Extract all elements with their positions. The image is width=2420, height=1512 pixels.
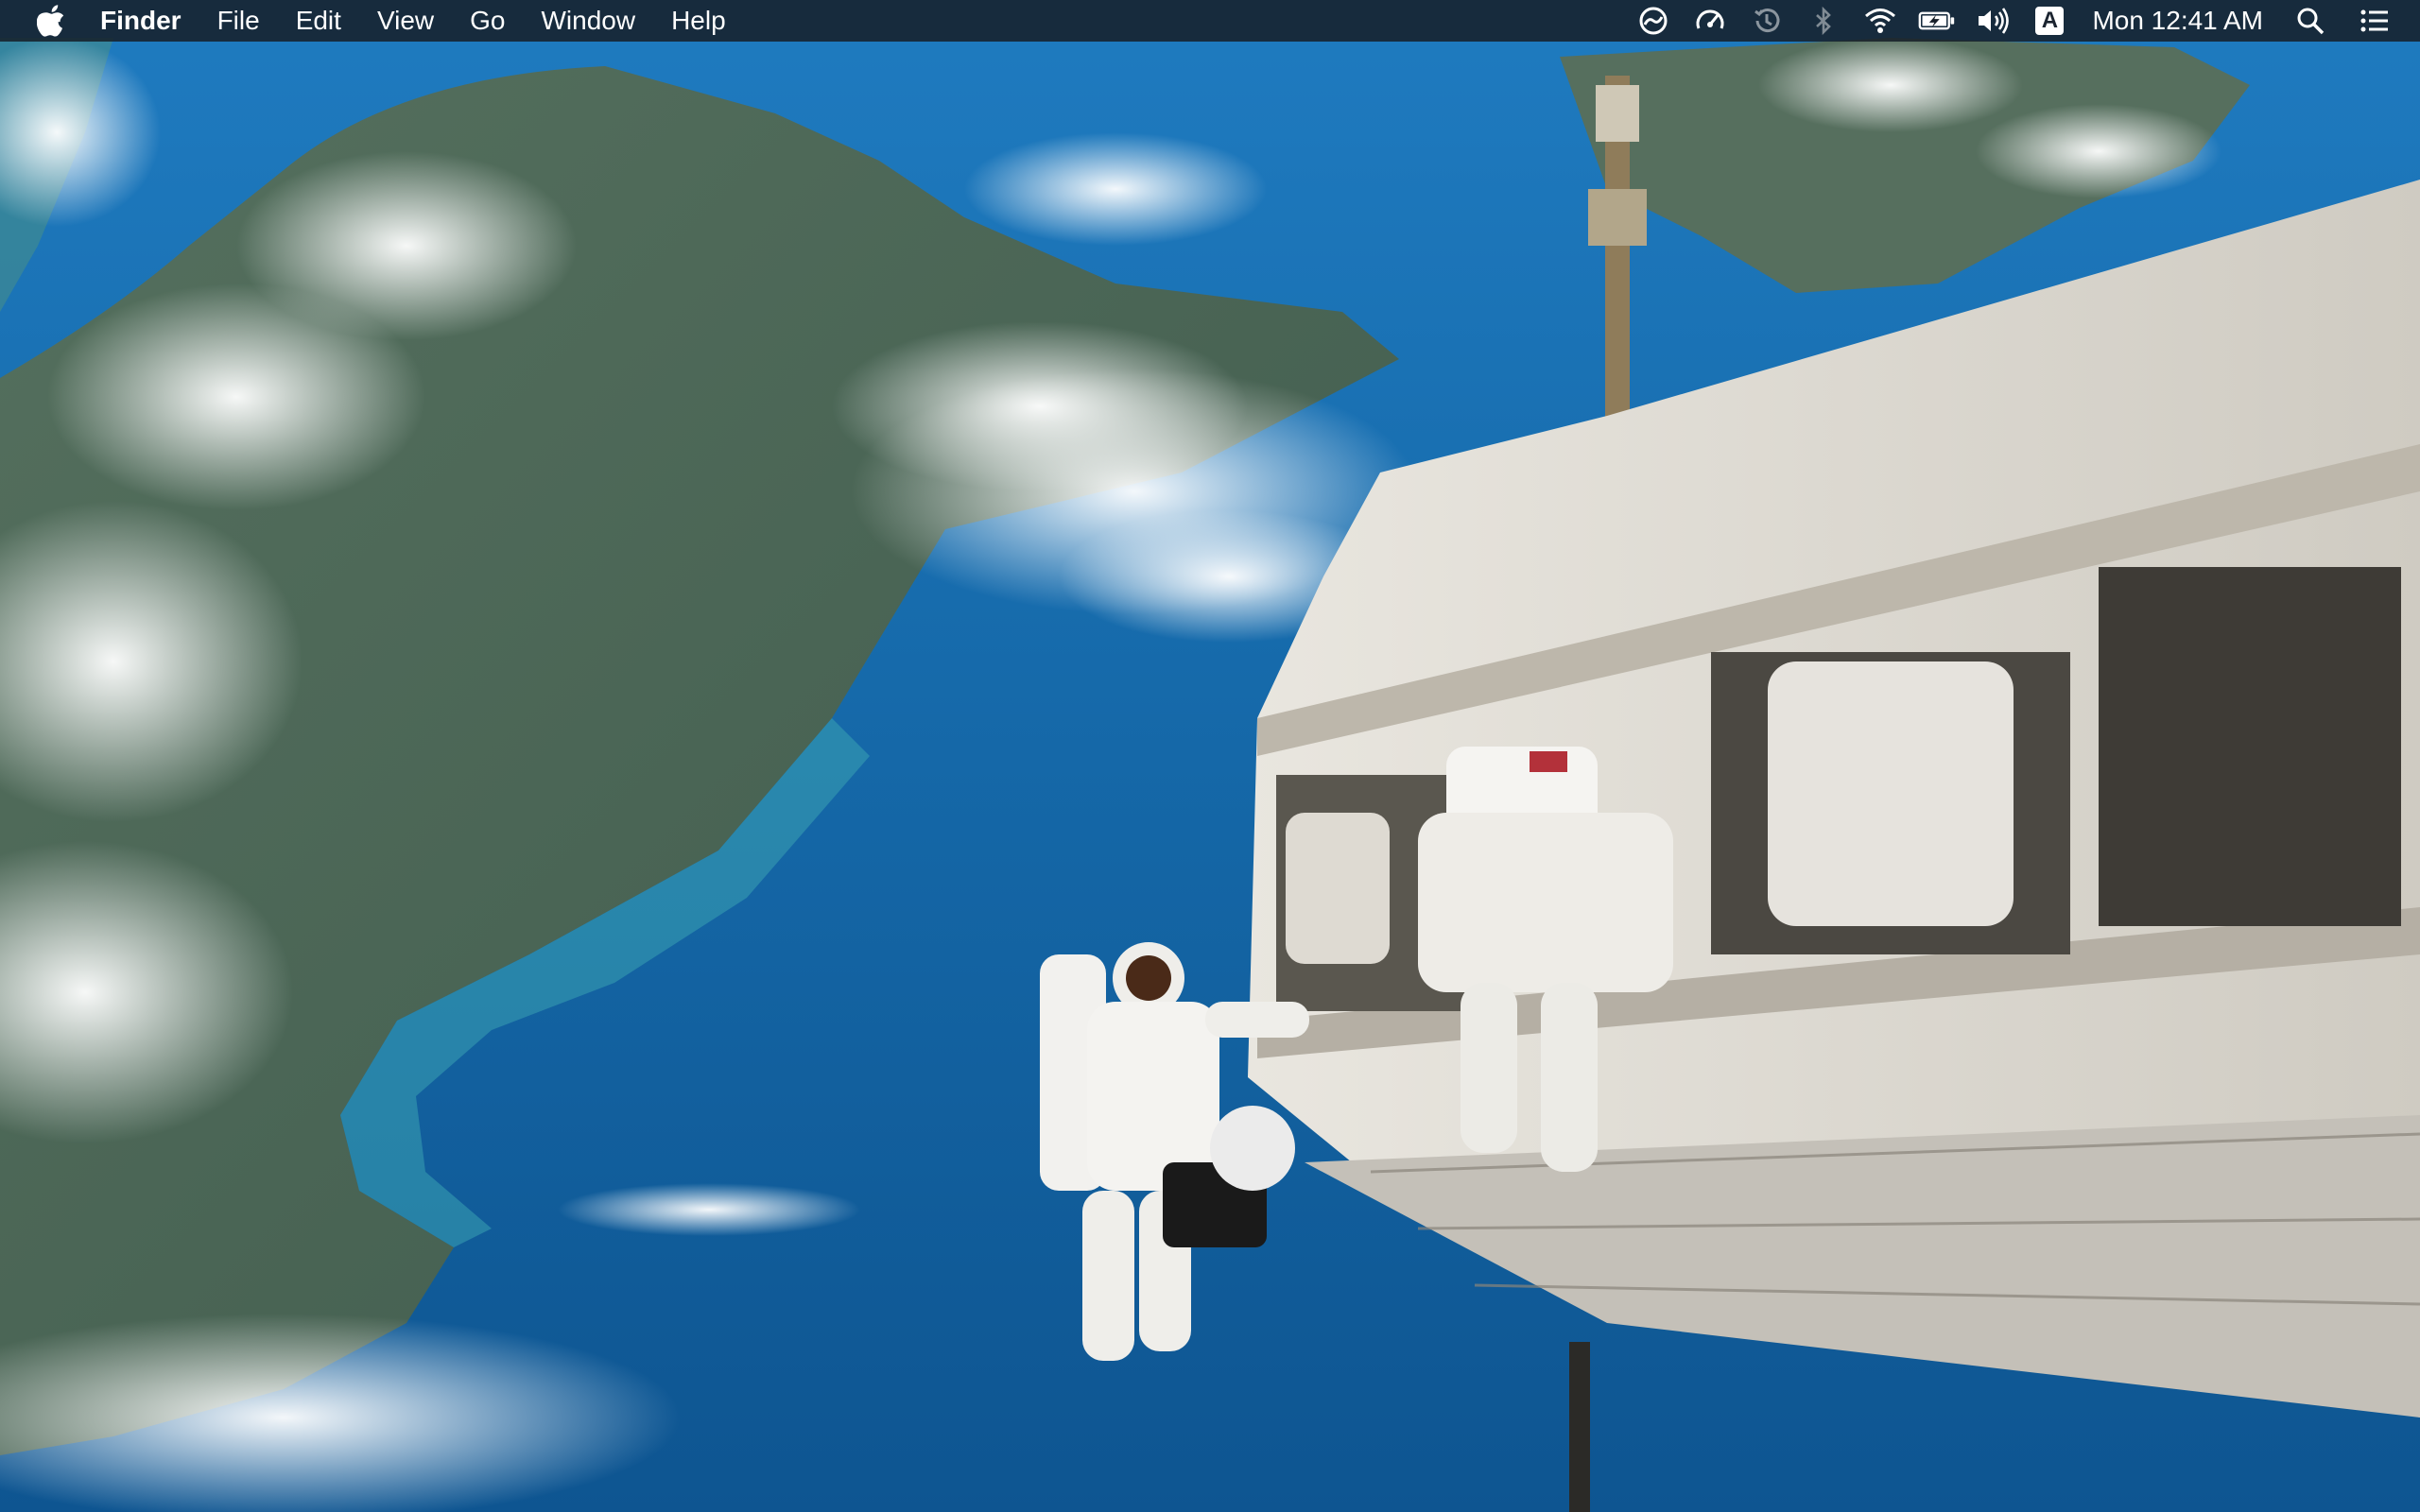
menubar-clock[interactable]: Mon 12:41 AM [2092,0,2263,42]
menu-window[interactable]: Window [541,0,635,42]
notification-center-icon[interactable] [2356,2,2394,40]
menu-go[interactable]: Go [470,0,505,42]
menu-edit[interactable]: Edit [296,0,341,42]
menu-file[interactable]: File [217,0,260,42]
creative-cloud-icon[interactable] [1634,2,1672,40]
menu-help[interactable]: Help [671,0,726,42]
dashboard-speed-icon[interactable] [1691,2,1729,40]
time-machine-icon[interactable] [1748,2,1786,40]
spotlight-search-icon[interactable] [2291,2,2329,40]
wallpaper-astronauts-iss [0,0,2420,1512]
apple-logo-icon[interactable] [34,2,68,40]
menu-app-finder[interactable]: Finder [100,0,182,42]
input-source-indicator[interactable]: A [2035,7,2065,35]
bluetooth-icon[interactable] [1805,2,1842,40]
volume-icon[interactable] [1975,2,2013,40]
desktop: Finder File Edit View Go Window Help A M… [0,0,2420,1512]
menu-bar: Finder File Edit View Go Window Help A M… [0,0,2420,42]
wifi-icon[interactable] [1861,2,1899,40]
battery-charging-icon[interactable] [1918,2,1956,40]
menu-view[interactable]: View [377,0,434,42]
